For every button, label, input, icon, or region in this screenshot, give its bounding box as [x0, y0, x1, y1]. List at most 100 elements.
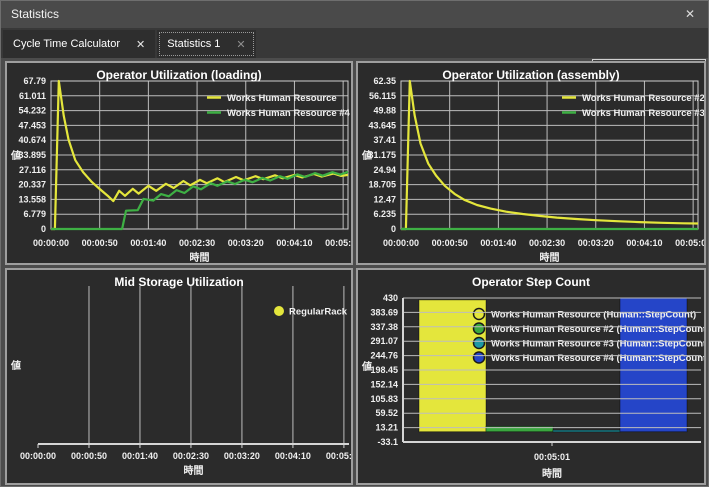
bar [419, 300, 486, 432]
tab-close-icon[interactable]: ✕ [236, 38, 245, 51]
tab-cycle-time-calculator[interactable]: Cycle Time Calculator ✕ [3, 30, 155, 58]
y-tick-label: 13.558 [18, 194, 46, 204]
x-tick-label: 00:00:00 [33, 238, 69, 248]
legend-label: Works Human Resource #4 [227, 108, 351, 119]
y-tick-label: 105.83 [370, 394, 398, 404]
y-tick-label: 20.337 [18, 180, 46, 190]
x-tick-label: 00:03:20 [578, 238, 614, 248]
x-tick-label: 00:03:20 [224, 451, 260, 461]
x-tick-label: 00:01:40 [130, 238, 166, 248]
x-tick-label: 00:05:01 [534, 452, 570, 462]
y-tick-label: 430 [383, 293, 398, 303]
x-tick-label: 00:01:40 [480, 238, 516, 248]
y-tick-label: 43.645 [368, 120, 396, 130]
y-tick-label: 291.07 [370, 336, 398, 346]
x-tick-label: 00:03:20 [228, 238, 264, 248]
x-tick-label: 00:00:50 [71, 451, 107, 461]
y-tick-label: 6.779 [23, 209, 46, 219]
y-tick-label: 40.674 [18, 135, 46, 145]
tab-statistics-1[interactable]: Statistics 1 ✕ [157, 30, 255, 58]
y-tick-label: 12.47 [373, 194, 396, 204]
legend-label: Works Human Resource #4 (Human::StepCoun… [491, 353, 704, 364]
x-tick-label: 00:02:30 [173, 451, 209, 461]
y-tick-label: 31.175 [368, 150, 396, 160]
y-tick-label: 56.115 [369, 91, 396, 101]
chart-panel-mid-storage-utilization: Mid Storage Utilization 00:00:00 00:00:50… [5, 268, 353, 485]
chart-panel-operator-utilization-loading: Operator Utilization (loading) 67.7961.0… [5, 61, 353, 265]
x-tick-label: 00:02:30 [529, 238, 565, 248]
y-tick-label: 37.41 [373, 135, 396, 145]
legend-label: Works Human Resource #3 [582, 108, 704, 119]
chart-canvas: Works Human Resource (Human::StepCount)W… [358, 270, 704, 483]
y-tick-label: 337.38 [370, 322, 398, 332]
x-tick-label: 00:05:00 [675, 238, 704, 248]
y-tick-label: 198.45 [370, 365, 398, 375]
y-axis-label: 値 [10, 149, 21, 162]
legend-marker [474, 323, 485, 334]
legend-label: RegularRack [289, 307, 348, 318]
y-tick-label: 59.52 [375, 408, 398, 418]
y-tick-label: 383.69 [370, 307, 398, 317]
chart-canvas: 62.3556.11549.8843.64537.4131.17524.9418… [358, 63, 704, 263]
legend-marker [474, 309, 485, 320]
x-tick-label: 00:02:30 [179, 238, 215, 248]
y-tick-label: 54.232 [18, 106, 46, 116]
x-tick-label: 00:00:50 [432, 238, 468, 248]
y-tick-label: 33.895 [18, 150, 46, 160]
x-tick-label: 00:00:50 [82, 238, 118, 248]
x-axis-label: 時間 [542, 467, 562, 480]
y-tick-label: 27.116 [19, 165, 46, 175]
chart-title: Mid Storage Utilization [7, 275, 351, 289]
y-tick-label: 24.94 [373, 165, 396, 175]
x-tick-label: 00:04:10 [275, 451, 311, 461]
x-axis-label: 時間 [540, 251, 560, 263]
y-axis-label: 値 [10, 359, 21, 372]
legend-label: Works Human Resource [227, 93, 337, 104]
chart-panel-operator-step-count: Operator Step Count Works Human Resource… [356, 268, 706, 485]
y-axis-label: 値 [361, 360, 372, 373]
bar [553, 430, 620, 432]
y-axis-label: 値 [361, 149, 372, 162]
y-tick-label: 13.21 [375, 423, 398, 433]
y-tick-label: 6.235 [373, 209, 396, 219]
x-tick-label: 00:04:10 [276, 238, 312, 248]
legend-label: Works Human Resource (Human::StepCount) [491, 310, 696, 321]
window-title: Statistics [11, 7, 59, 21]
x-tick-label: 00:04:10 [626, 238, 662, 248]
tab-label: Cycle Time Calculator [13, 38, 120, 50]
y-tick-label: 0 [41, 224, 46, 234]
chart-panel-operator-utilization-assembly: Operator Utilization (assembly) 62.3556.… [356, 61, 706, 265]
legend-marker [474, 352, 485, 363]
tab-label: Statistics 1 [167, 38, 220, 50]
x-axis-label: 時間 [190, 251, 210, 263]
x-tick-label: 00:05:00 [325, 238, 351, 248]
legend-label: Works Human Resource #2 (Human::StepCoun… [491, 324, 704, 335]
x-tick-label: 00:01:40 [122, 451, 158, 461]
statistics-window: Statistics ✕ Cycle Time Calculator ✕ Sta… [0, 0, 709, 487]
chart-title: Operator Utilization (assembly) [358, 68, 704, 82]
y-tick-label: 61.011 [19, 91, 46, 101]
chart-title: Operator Utilization (loading) [7, 68, 351, 82]
chart-canvas: 67.7961.01154.23247.45340.67433.89527.11… [7, 63, 351, 263]
y-tick-label: 0 [391, 224, 396, 234]
tab-bar: Cycle Time Calculator ✕ Statistics 1 ✕ +… [1, 28, 708, 58]
x-tick-label: 00:05:00 [326, 451, 351, 461]
chart-title: Operator Step Count [358, 275, 704, 289]
y-tick-label: -33.1 [377, 437, 398, 447]
x-tick-label: 00:00:00 [383, 238, 419, 248]
title-bar: Statistics ✕ [1, 1, 708, 28]
y-tick-label: 152.14 [370, 379, 398, 389]
chart-canvas: 00:00:00 00:00:50 00:01:40 00:02:30 00:03:20… [7, 270, 351, 483]
x-tick-label: 00:00:00 [20, 451, 56, 461]
y-tick-label: 47.453 [18, 120, 46, 130]
y-tick-label: 244.76 [370, 351, 398, 361]
y-tick-label: 49.88 [373, 106, 396, 116]
tab-close-icon[interactable]: ✕ [136, 38, 145, 51]
y-tick-label: 18.705 [368, 180, 396, 190]
legend-label: Works Human Resource #2 [582, 93, 704, 104]
legend-label: Works Human Resource #3 (Human::StepCoun… [491, 339, 704, 350]
legend-marker [274, 306, 284, 316]
x-axis-label: 時間 [184, 464, 204, 477]
legend-marker [474, 338, 485, 349]
window-close-icon[interactable]: ✕ [685, 7, 695, 21]
